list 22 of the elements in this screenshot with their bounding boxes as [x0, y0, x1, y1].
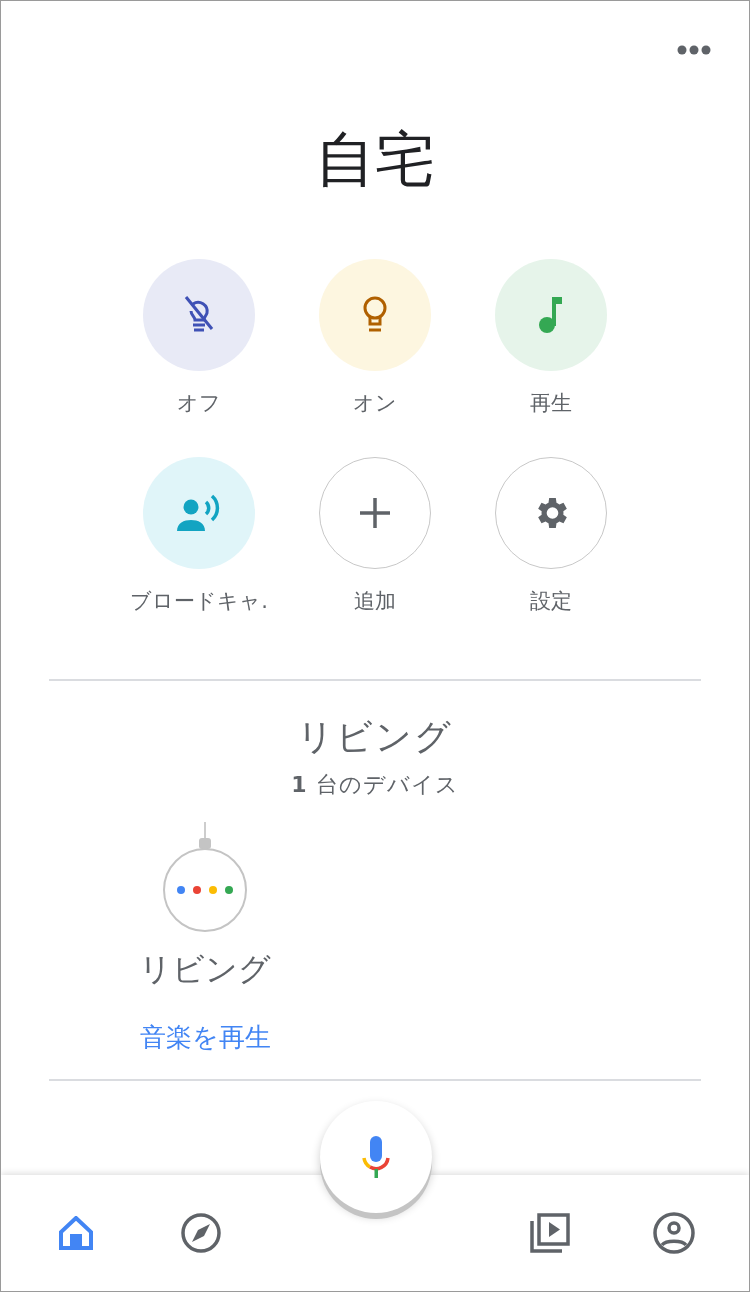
account-icon [653, 1212, 695, 1254]
action-label: 設定 [530, 588, 572, 615]
plus-icon [360, 498, 390, 528]
home-title: 自宅 [315, 129, 435, 189]
action-label: ブロードキャ. [130, 588, 268, 615]
microphone-icon [361, 1136, 391, 1178]
person-speaking-icon [176, 494, 222, 532]
lightbulb-off-icon [184, 295, 214, 335]
action-label: オフ [177, 390, 221, 417]
video-library-icon [529, 1213, 570, 1253]
play-music-link[interactable]: 音楽を再生 [139, 1020, 271, 1055]
action-label: オン [353, 390, 397, 417]
device-name: リビング [139, 949, 271, 990]
home-icon [59, 1216, 93, 1250]
device-count: 1 台のデバイス [291, 771, 459, 799]
action-label: 再生 [530, 390, 572, 417]
music-note-icon [538, 296, 564, 334]
smart-speaker-icon [162, 822, 248, 934]
more-icon [677, 45, 711, 55]
compass-icon [180, 1213, 221, 1253]
action-label: 追加 [354, 588, 396, 615]
room-title: リビング [297, 715, 453, 759]
